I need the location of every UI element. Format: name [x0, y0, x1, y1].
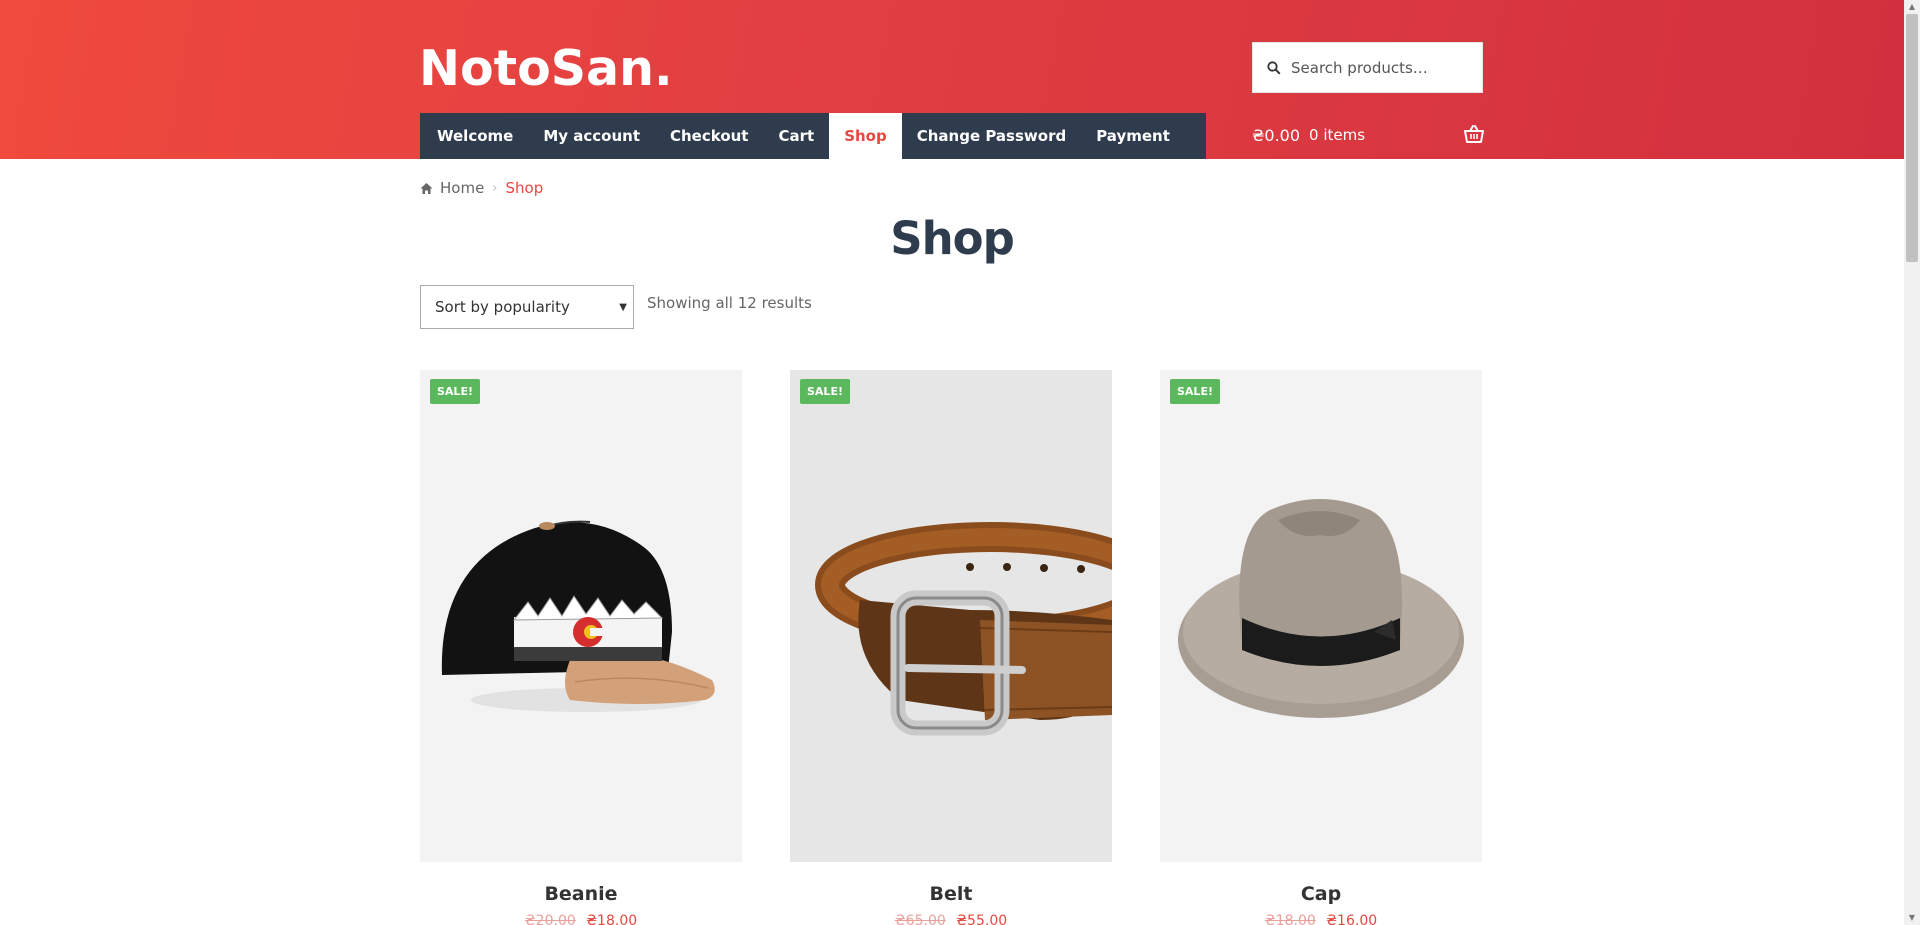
product-image[interactable]: SALE! [790, 370, 1112, 862]
product-sale-price: ₴55.00 [956, 913, 1008, 925]
nav-item-payment[interactable]: Payment [1081, 113, 1185, 159]
search-box[interactable] [1252, 42, 1483, 93]
product-old-price: ₴65.00 [894, 913, 946, 925]
breadcrumb-current: Shop [505, 179, 544, 197]
breadcrumb-home-link[interactable]: Home [440, 179, 484, 197]
site-header: NotoSan. Welcome My account Checkout Car… [0, 0, 1904, 159]
leather-belt-image [815, 522, 1112, 736]
basket-icon [1464, 125, 1484, 143]
product-price: ₴20.00 ₴18.00 [420, 913, 742, 925]
scrollbar-thumb[interactable] [1906, 14, 1918, 262]
page: NotoSan. Welcome My account Checkout Car… [0, 0, 1920, 925]
fedora-hat-image [1178, 499, 1464, 718]
product-card[interactable]: SALE! Belt ₴65.00 ₴55.00 [790, 370, 1112, 925]
breadcrumb-separator: › [492, 180, 498, 196]
home-icon [420, 182, 433, 194]
product-image[interactable]: SALE! [420, 370, 742, 862]
product-card[interactable]: SALE! Cap ₴18.00 ₴16.00 [1160, 370, 1482, 925]
nav-item-change-password[interactable]: Change Password [902, 113, 1082, 159]
header-cart[interactable]: ₴0.00 0 items [1252, 113, 1484, 157]
sale-badge: SALE! [1170, 379, 1220, 404]
nav-item-checkout[interactable]: Checkout [655, 113, 763, 159]
product-card[interactable]: SALE! Beanie ₴20.00 ₴18.00 [420, 370, 742, 925]
search-icon [1267, 60, 1281, 75]
scroll-down-icon[interactable]: ▼ [1904, 911, 1920, 925]
product-old-price: ₴18.00 [1264, 913, 1316, 925]
sort-select[interactable]: Sort by popularity ▼ [420, 285, 634, 329]
cart-item-count: 0 items [1309, 126, 1366, 144]
page-title: Shop [890, 212, 1015, 265]
nav-item-cart[interactable]: Cart [763, 113, 829, 159]
cart-amount: ₴0.00 [1252, 125, 1301, 145]
product-sale-price: ₴16.00 [1326, 913, 1378, 925]
chevron-down-icon: ▼ [619, 302, 627, 313]
main-nav: Welcome My account Checkout Cart Shop Ch… [420, 113, 1206, 159]
product-old-price: ₴20.00 [524, 913, 576, 925]
product-price: ₴18.00 ₴16.00 [1160, 913, 1482, 925]
product-price: ₴65.00 ₴55.00 [790, 913, 1112, 925]
search-input[interactable] [1291, 58, 1461, 77]
site-logo[interactable]: NotoSan. [419, 40, 673, 97]
nav-item-shop[interactable]: Shop [829, 113, 902, 159]
product-name[interactable]: Cap [1160, 883, 1482, 905]
breadcrumb: Home › Shop [420, 179, 543, 197]
product-sale-price: ₴18.00 [586, 913, 638, 925]
result-count: Showing all 12 results [647, 294, 812, 312]
product-name[interactable]: Belt [790, 883, 1112, 905]
product-image[interactable]: SALE! [1160, 370, 1482, 862]
nav-item-my-account[interactable]: My account [528, 113, 655, 159]
nav-item-welcome[interactable]: Welcome [422, 113, 528, 159]
sale-badge: SALE! [430, 379, 480, 404]
snapback-cap-image [441, 520, 715, 712]
sort-selected-value: Sort by popularity [435, 298, 570, 316]
sale-badge: SALE! [800, 379, 850, 404]
scroll-up-icon[interactable]: ▲ [1904, 0, 1920, 14]
product-name[interactable]: Beanie [420, 883, 742, 905]
